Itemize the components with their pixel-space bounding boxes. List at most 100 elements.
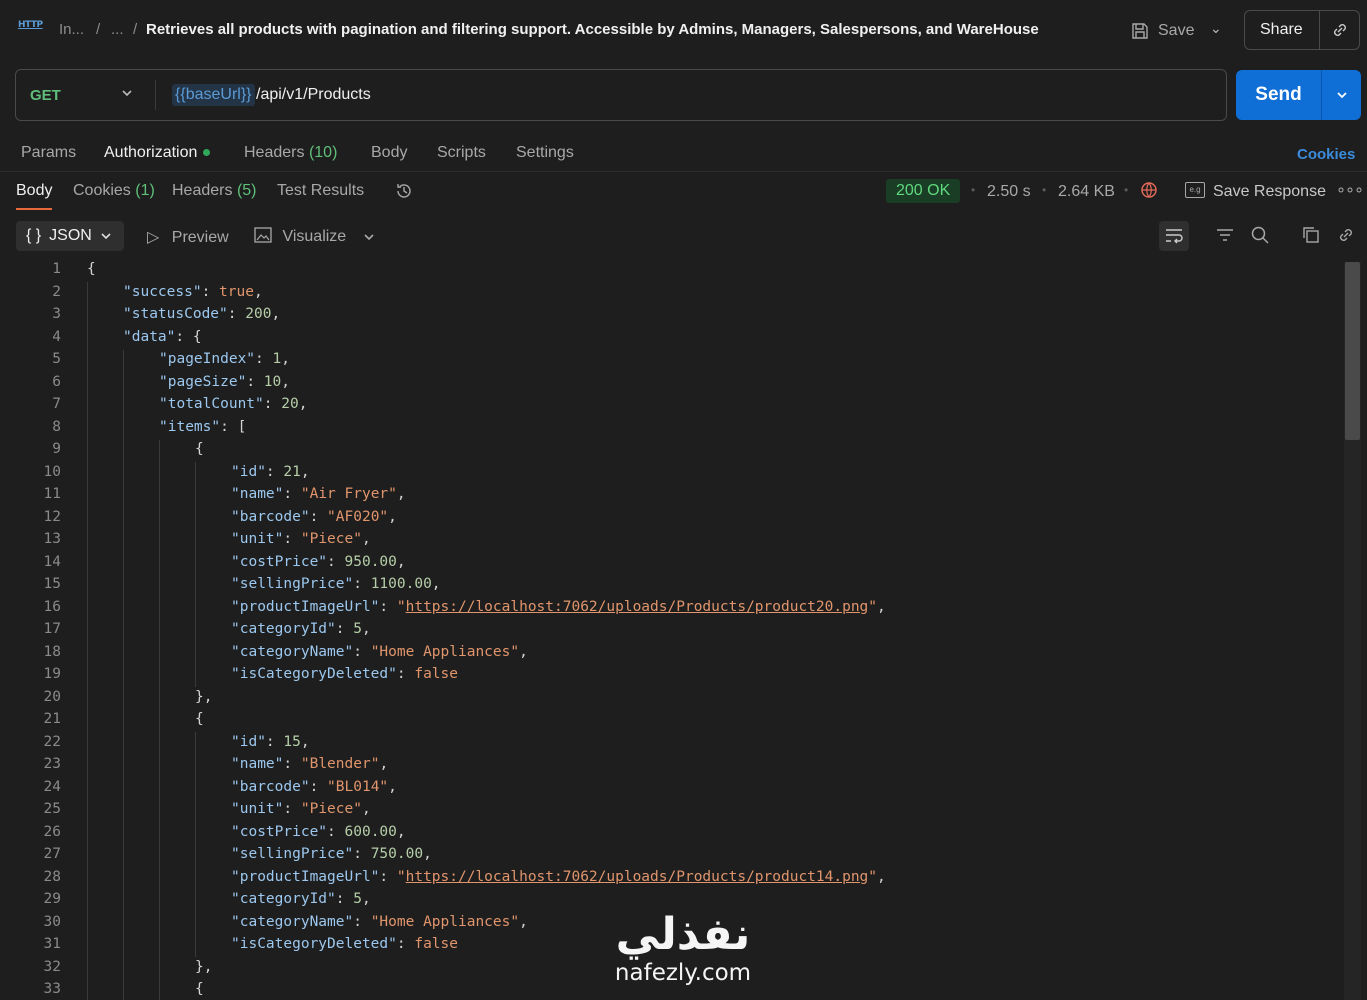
code-line[interactable]: 19 "isCategoryDeleted": false [0,666,1342,689]
copy-icon[interactable] [1301,225,1321,245]
line-number: 33 [43,981,61,997]
tab-params[interactable]: Params [21,144,76,162]
breadcrumb-collection[interactable]: In... [59,21,84,38]
code-token: : [255,351,273,367]
code-line[interactable]: 2 "success": true, [0,284,1342,307]
code-token: "costPrice" [231,823,328,840]
code-line[interactable]: 6 "pageSize": 10, [0,374,1342,397]
tab-scripts[interactable]: Scripts [437,144,486,162]
tab-label: Cookies [73,182,131,199]
link-icon[interactable] [1319,11,1359,49]
code-token: { [87,261,96,277]
code-line[interactable]: 16 "productImageUrl": "https://localhost:… [0,599,1342,622]
chevron-down-icon[interactable] [120,86,134,100]
preview-button[interactable]: ▷ Preview [147,227,229,247]
code-token: : [265,463,284,480]
scrollbar-thumb[interactable] [1345,262,1360,440]
code-line[interactable]: 27 "sellingPrice": 750.00, [0,846,1342,869]
search-icon[interactable] [1250,225,1270,245]
code-line[interactable]: 11 "name": "Air Fryer", [0,486,1342,509]
code-line[interactable]: 25 "unit": "Piece", [0,801,1342,824]
code-line[interactable]: 20}, [0,689,1342,712]
line-number: 23 [43,756,61,772]
code-line[interactable]: 28 "productImageUrl": "https://localhost:… [0,869,1342,892]
code-text: { [195,441,204,457]
tab-response-headers[interactable]: Headers (5) [172,182,257,200]
code-token: "unit" [231,801,284,817]
tab-settings[interactable]: Settings [516,144,574,162]
code-token: "data" [123,328,176,345]
history-icon[interactable] [394,181,414,201]
tab-response-body[interactable]: Body [16,182,52,200]
chevron-down-icon[interactable] [1321,70,1361,120]
chevron-down-icon[interactable]: ⌄ [1210,20,1222,37]
tab-response-cookies[interactable]: Cookies (1) [73,182,155,200]
code-token: "categoryId" [231,891,336,907]
code-line[interactable]: 5 "pageIndex": 1, [0,351,1342,374]
globe-icon[interactable] [1139,180,1159,200]
visualize-button[interactable]: Visualize [254,227,346,246]
format-select[interactable]: { } JSON [16,221,124,251]
code-line[interactable]: 3 "statusCode": 200, [0,306,1342,329]
save-response-icon: e.g [1185,182,1205,198]
code-token: , [253,283,263,300]
code-line[interactable]: 26 "costPrice": 600.00, [0,824,1342,847]
code-line[interactable]: 8 "items": [ [0,419,1342,442]
code-line[interactable]: 7 "totalCount": 20, [0,396,1342,419]
code-token: , [519,913,528,930]
code-text: "totalCount": 20, [159,396,307,412]
code-line[interactable]: 18 "categoryName": "Home Appliances", [0,644,1342,667]
code-line[interactable]: 4 "data": { [0,329,1342,352]
code-line[interactable]: 14 "costPrice": 950.00, [0,554,1342,577]
link-icon[interactable] [1336,225,1356,245]
response-body-editor[interactable]: 1{2 "success": true, 3 "statusCode": 200, 4 "… [0,260,1342,1000]
response-size[interactable]: 2.64 KB [1058,183,1115,201]
code-line[interactable]: 15 "sellingPrice": 1100.00, [0,576,1342,599]
watermark-arabic: نفذلي [615,909,751,960]
line-number: 20 [43,688,61,705]
response-time[interactable]: 2.50 s [987,183,1031,201]
url-variable[interactable]: {{baseUrl}} [172,84,255,106]
url-link[interactable]: https://localhost:7062/uploads/Products/… [406,599,869,615]
more-options-icon[interactable]: ∘∘∘ [1336,180,1364,200]
code-line[interactable]: 22 "id": 15, [0,734,1342,757]
url-link[interactable]: https://localhost:7062/uploads/Products/… [406,869,869,885]
code-line[interactable]: 1{ [0,261,1342,284]
save-response-button[interactable]: Save Response [1213,183,1326,201]
tab-test-results[interactable]: Test Results [277,182,364,200]
word-wrap-icon[interactable] [1159,221,1189,251]
code-line[interactable]: 23 "name": "Blender", [0,756,1342,779]
tab-headers[interactable]: Headers (10) [244,144,337,162]
code-line[interactable]: 21 { [0,711,1342,734]
tab-authorization[interactable]: Authorization [104,144,211,162]
request-title[interactable]: Retrieves all products with pagination a… [146,21,1039,38]
divider [0,171,1367,172]
chevron-down-icon[interactable] [362,230,376,244]
line-number: 6 [52,373,61,390]
code-line[interactable]: 9{ [0,441,1342,464]
cookies-link[interactable]: Cookies [1297,146,1355,163]
filter-icon[interactable] [1215,225,1235,245]
method-select[interactable]: GET [30,87,61,104]
save-button[interactable]: Save [1130,18,1194,44]
tab-label: Headers [244,144,305,161]
code-line[interactable]: 10 "id": 21, [0,464,1342,487]
code-line[interactable]: 24 "barcode": "BL014", [0,779,1342,802]
code-token: , [361,891,371,907]
code-token: : [327,823,345,840]
line-number: 19 [43,666,61,682]
code-line[interactable]: 13 "unit": "Piece", [0,531,1342,554]
breadcrumb-folder[interactable]: ... [111,21,124,38]
code-line[interactable]: 12 "barcode": "AF020", [0,509,1342,532]
code-token: " [396,868,406,885]
send-button[interactable]: Send [1236,84,1321,106]
code-token: : [396,936,415,952]
response-tabs: Body Cookies (1) Headers (5) Test Result… [0,182,1367,206]
code-line[interactable]: 17 "categoryId": 5, [0,621,1342,644]
share-button[interactable]: Share [1245,21,1319,39]
url-input[interactable]: /api/v1/Products [256,86,371,104]
status-badge[interactable]: 200 OK [886,179,961,203]
code-token: : [353,643,371,660]
tab-body[interactable]: Body [371,144,407,162]
code-token: "Piece" [300,801,362,817]
